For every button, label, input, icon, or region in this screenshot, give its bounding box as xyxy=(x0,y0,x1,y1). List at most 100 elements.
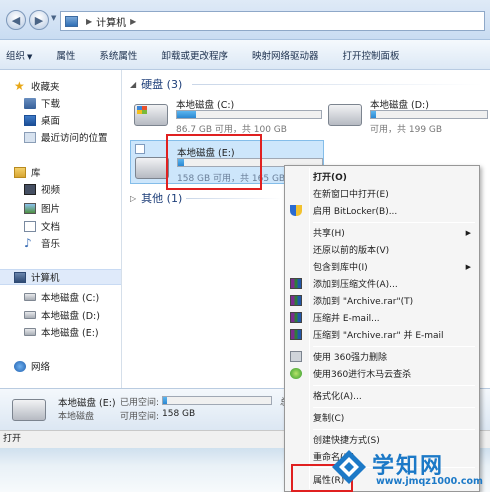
winrar-icon xyxy=(290,278,302,289)
shredder-icon xyxy=(290,351,302,362)
menu-item-label: 压缩到 "Archive.rar" 并 E-mail xyxy=(313,331,444,341)
command-bar: 组织 ▼ 属性 系统属性 卸载或更改程序 映射网络驱动器 打开控制面板 xyxy=(0,40,490,70)
sidebar-item-label: 下载 xyxy=(41,99,61,110)
watermark: 学知网 www.jmqz1000.com xyxy=(330,446,490,492)
hard-drive-icon xyxy=(12,399,46,421)
menu-item-include-in-library[interactable]: 包含到库中(I) ▶ xyxy=(287,258,477,275)
hard-drive-icon xyxy=(135,157,169,179)
uninstall-program-button[interactable]: 卸载或更改程序 xyxy=(161,48,228,62)
sidebar-item-label: 本地磁盘 (C:) xyxy=(41,293,100,304)
breadcrumb-chevron-icon[interactable]: ▶ xyxy=(130,17,136,26)
sidebar-item-libraries[interactable]: 库 xyxy=(14,164,41,180)
sidebar-item-drive-d[interactable]: 本地磁盘 (D:) xyxy=(24,307,100,323)
breadcrumb-computer[interactable]: 计算机 xyxy=(96,14,126,29)
sidebar-item-desktop[interactable]: 桌面 xyxy=(24,112,60,128)
menu-item-open[interactable]: 打开(O) xyxy=(287,168,477,185)
open-control-panel-button[interactable]: 打开控制面板 xyxy=(342,48,399,62)
computer-icon xyxy=(65,15,78,27)
menu-item-add-to-archive[interactable]: 添加到压缩文件(A)... xyxy=(287,275,477,292)
drive-usage-fill xyxy=(371,111,376,118)
group-divider xyxy=(192,84,482,85)
details-drive-name: 本地磁盘 (E:) xyxy=(58,398,116,409)
pictures-icon xyxy=(24,202,36,214)
hard-drive-icon xyxy=(24,293,36,301)
sidebar-item-documents[interactable]: 文档 xyxy=(24,218,60,234)
dropdown-arrow-icon: ▼ xyxy=(27,52,33,61)
downloads-folder-icon xyxy=(24,97,36,109)
menu-item-open-new-window[interactable]: 在新窗口中打开(E) xyxy=(287,185,477,202)
menu-item-bitlocker[interactable]: 启用 BitLocker(B)... xyxy=(287,202,477,219)
drive-name: 本地磁盘 (D:) xyxy=(370,100,429,111)
drive-name: 本地磁盘 (C:) xyxy=(176,100,235,111)
menu-item-label: 打开(O) xyxy=(313,173,347,183)
system-properties-button[interactable]: 系统属性 xyxy=(99,48,137,62)
details-drive-type: 本地磁盘 xyxy=(58,412,95,422)
antivirus-360-icon xyxy=(290,368,302,379)
address-input[interactable]: ▶ 计算机 ▶ xyxy=(60,11,485,31)
organize-button[interactable]: 组织 ▼ xyxy=(6,48,32,62)
desktop-icon xyxy=(24,114,36,126)
group-header-other[interactable]: ▷ 其他 (1) xyxy=(130,190,182,206)
details-free-label: 可用空间: xyxy=(120,412,160,422)
back-button[interactable]: ◀ xyxy=(6,10,26,30)
submenu-arrow-icon: ▶ xyxy=(465,262,471,271)
organize-label: 组织 xyxy=(6,50,26,62)
sidebar-item-favorites[interactable]: ★ 收藏夹 xyxy=(14,78,60,94)
menu-item-compress-and-email[interactable]: 压缩并 E-mail... xyxy=(287,309,477,326)
menu-item-format[interactable]: 格式化(A)... xyxy=(287,387,477,404)
video-icon xyxy=(24,183,36,195)
star-icon: ★ xyxy=(14,79,25,93)
hard-drive-icon xyxy=(328,104,362,126)
menu-item-add-to-archive-rar[interactable]: 添加到 "Archive.rar"(T) xyxy=(287,292,477,309)
menu-item-label: 复制(C) xyxy=(313,414,345,424)
sidebar-item-recent-places[interactable]: 最近访问的位置 xyxy=(24,129,108,145)
forward-arrow-icon: ▶ xyxy=(34,13,44,27)
menu-separator xyxy=(313,385,475,386)
details-used-label: 已用空间: xyxy=(120,398,160,408)
properties-button[interactable]: 属性 xyxy=(56,48,75,62)
sidebar-item-label: 收藏夹 xyxy=(31,82,60,93)
map-network-drive-button[interactable]: 映射网络驱动器 xyxy=(252,48,319,62)
menu-item-360-trojan-scan[interactable]: 使用360进行木马云查杀 xyxy=(287,365,477,382)
sidebar-item-label: 本地磁盘 (E:) xyxy=(41,328,99,339)
menu-item-label: 使用360进行木马云查杀 xyxy=(313,370,412,380)
sidebar-item-drive-e[interactable]: 本地磁盘 (E:) xyxy=(24,324,99,340)
collapse-triangle-icon[interactable]: ◢ xyxy=(130,80,136,89)
forward-button[interactable]: ▶ xyxy=(29,10,49,30)
sidebar-item-music[interactable]: ♪ 音乐 xyxy=(24,235,60,251)
drive-d[interactable]: 本地磁盘 (D:) 可用，共 199 GB xyxy=(328,96,488,136)
menu-item-restore-previous[interactable]: 还原以前的版本(V) xyxy=(287,241,477,258)
sidebar-item-network[interactable]: 网络 xyxy=(14,358,50,374)
back-arrow-icon: ◀ xyxy=(11,13,21,27)
sidebar-item-pictures[interactable]: 图片 xyxy=(24,200,60,216)
expand-triangle-icon[interactable]: ▷ xyxy=(130,194,136,203)
recent-places-icon xyxy=(24,131,36,143)
sidebar-item-drive-c[interactable]: 本地磁盘 (C:) xyxy=(24,289,99,305)
menu-item-compress-rar-and-email[interactable]: 压缩到 "Archive.rar" 并 E-mail xyxy=(287,326,477,343)
sidebar-item-downloads[interactable]: 下载 xyxy=(24,95,60,111)
sidebar-item-computer[interactable]: 计算机 xyxy=(0,269,121,285)
menu-item-label: 包含到库中(I) xyxy=(313,263,368,273)
menu-item-copy[interactable]: 复制(C) xyxy=(287,409,477,426)
sidebar-item-videos[interactable]: 视频 xyxy=(24,181,60,197)
address-bar: ◀ ▶ ▼ ▶ 计算机 ▶ xyxy=(0,0,490,40)
breadcrumb-chevron-icon[interactable]: ▶ xyxy=(86,17,92,26)
menu-item-label: 格式化(A)... xyxy=(313,392,362,402)
group-divider xyxy=(186,198,282,199)
menu-separator xyxy=(313,429,475,430)
menu-item-label: 添加到压缩文件(A)... xyxy=(313,280,398,290)
menu-item-360-force-delete[interactable]: 使用 360强力删除 xyxy=(287,348,477,365)
drive-c[interactable]: 本地磁盘 (C:) 86.7 GB 可用，共 100 GB xyxy=(134,96,324,136)
sidebar-item-label: 文档 xyxy=(41,222,61,233)
group-header-hard-drives[interactable]: ◢ 硬盘 (3) xyxy=(130,76,182,92)
menu-item-label: 还原以前的版本(V) xyxy=(313,246,390,256)
sidebar-item-label: 计算机 xyxy=(31,273,60,284)
recent-pages-dropdown-icon[interactable]: ▼ xyxy=(51,14,56,22)
menu-item-label: 压缩并 E-mail... xyxy=(313,314,380,324)
system-drive-icon xyxy=(134,104,168,126)
menu-item-share[interactable]: 共享(H) ▶ xyxy=(287,224,477,241)
menu-item-label: 在新窗口中打开(E) xyxy=(313,190,389,200)
group-title: 其他 (1) xyxy=(141,192,183,205)
selection-checkbox[interactable] xyxy=(135,144,145,154)
sidebar-item-label: 音乐 xyxy=(41,239,61,250)
